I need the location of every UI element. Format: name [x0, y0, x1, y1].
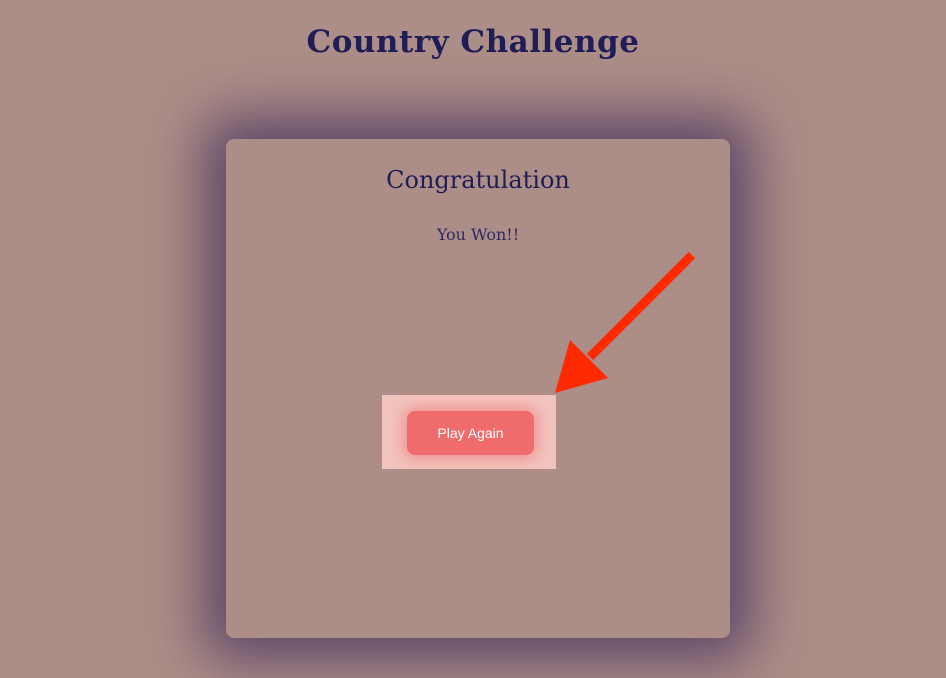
- result-card: Congratulation You Won!! Play Again: [226, 139, 730, 638]
- result-title: Congratulation: [386, 166, 570, 194]
- play-again-button[interactable]: Play Again: [407, 411, 534, 455]
- app-title: Country Challenge: [306, 24, 640, 60]
- button-highlight-box: Play Again: [382, 395, 556, 469]
- result-message: You Won!!: [436, 225, 520, 244]
